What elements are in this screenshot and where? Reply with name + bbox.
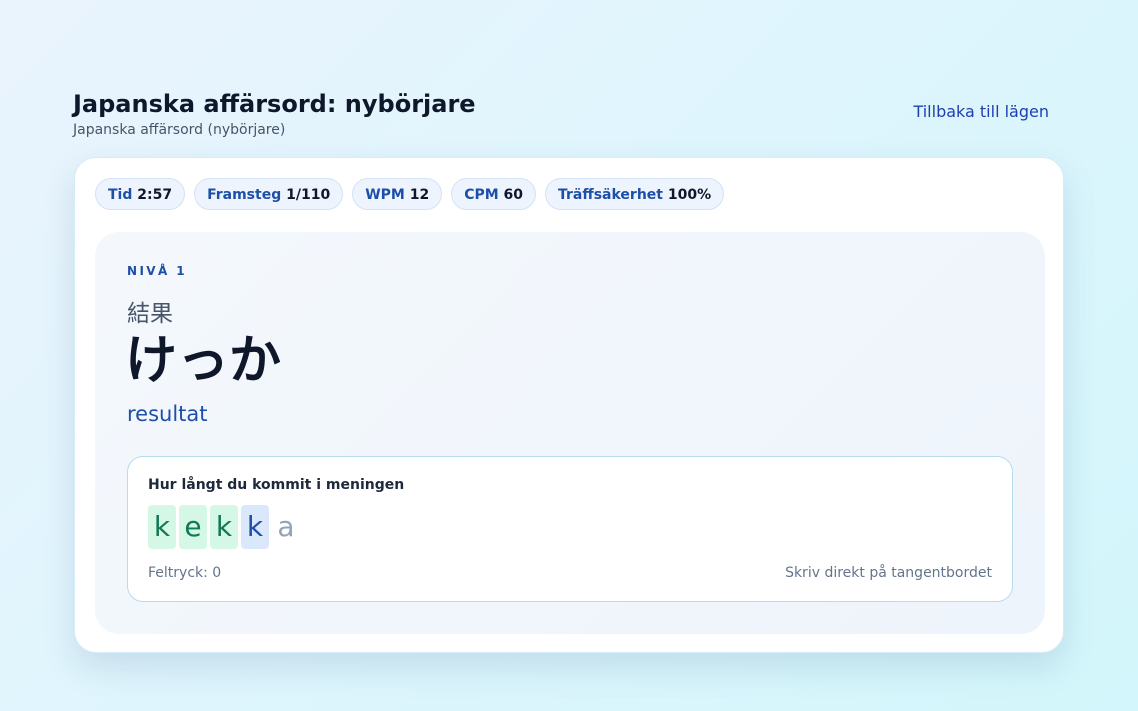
stat-time-label: Tid bbox=[108, 187, 133, 203]
stat-cpm: CPM 60 bbox=[451, 178, 537, 210]
typing-progress-box[interactable]: Hur långt du kommit i meningen k e k k a… bbox=[127, 456, 1013, 602]
typing-char-4: a bbox=[277, 510, 295, 543]
stat-accuracy-label: Träffsäkerhet bbox=[558, 187, 663, 203]
typing-char-2: k bbox=[210, 505, 238, 549]
page-subtitle: Japanska affärsord (nybörjare) bbox=[73, 122, 286, 138]
stat-wpm-label: WPM bbox=[365, 187, 405, 203]
stat-cpm-value: 60 bbox=[503, 187, 524, 203]
stat-progress: Framsteg 1/110 bbox=[194, 178, 344, 210]
stat-time: Tid 2:57 bbox=[95, 178, 186, 210]
typing-char-3: k bbox=[241, 505, 269, 549]
typing-progress-label: Hur långt du kommit i meningen bbox=[148, 477, 405, 493]
error-count: Feltryck: 0 bbox=[148, 565, 222, 581]
typing-chars: k e k k a bbox=[148, 505, 300, 549]
exercise-panel: NIVÅ 1 結果 けっか resultat Hur långt du komm… bbox=[95, 232, 1045, 634]
stat-accuracy-value: 100% bbox=[667, 187, 712, 203]
word-kanji: 結果 bbox=[127, 301, 173, 327]
word-meaning: resultat bbox=[127, 402, 208, 426]
typing-char-1: e bbox=[179, 505, 207, 549]
word-kana: けっか bbox=[125, 331, 282, 391]
stat-cpm-label: CPM bbox=[464, 187, 499, 203]
stat-time-value: 2:57 bbox=[137, 187, 173, 203]
stat-accuracy: Träffsäkerhet 100% bbox=[545, 178, 725, 210]
stat-wpm-value: 12 bbox=[409, 187, 430, 203]
page-header: Japanska affärsord: nybörjare Japanska a… bbox=[73, 88, 1063, 144]
typing-card: Tid 2:57 Framsteg 1/110 WPM 12 CPM 60 Tr… bbox=[74, 157, 1064, 653]
typing-char-0: k bbox=[148, 505, 176, 549]
stats-bar: Tid 2:57 Framsteg 1/110 WPM 12 CPM 60 Tr… bbox=[95, 178, 725, 210]
stat-wpm: WPM 12 bbox=[352, 178, 443, 210]
level-label: NIVÅ 1 bbox=[127, 264, 188, 278]
back-to-modes-link[interactable]: Tillbaka till lägen bbox=[913, 102, 1049, 121]
typing-hint: Skriv direkt på tangentbordet bbox=[785, 565, 992, 581]
stat-progress-value: 1/110 bbox=[286, 187, 331, 203]
stat-progress-label: Framsteg bbox=[207, 187, 282, 203]
